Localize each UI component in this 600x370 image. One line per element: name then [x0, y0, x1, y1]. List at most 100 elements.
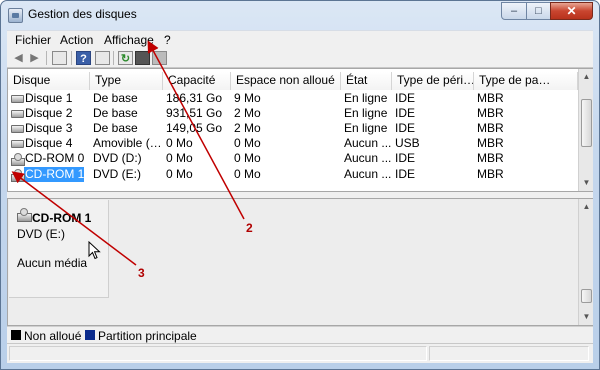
- status-panel: [9, 346, 427, 361]
- cell-type: Amovible (…: [93, 136, 162, 150]
- column-header-etat[interactable]: État: [341, 72, 392, 90]
- cell-disque: Disque 4: [25, 136, 73, 150]
- cell-disque: Disque 1: [25, 91, 73, 105]
- scroll-down-icon[interactable]: ▼: [580, 175, 593, 190]
- table-row[interactable]: Disque 2 De base 931,51 Go 2 Mo En ligne…: [8, 106, 578, 121]
- toolbar-separator: [46, 51, 47, 65]
- menu-fichier[interactable]: Fichier: [15, 33, 51, 47]
- scroll-up-icon[interactable]: ▲: [580, 69, 593, 84]
- disk-list-pane: Disque Type Capacité Espace non alloué É…: [7, 68, 593, 192]
- legend-swatch-primary-partition: [85, 330, 95, 340]
- cell-type-partition: MBR: [477, 136, 504, 150]
- show-hide-console-tree-icon[interactable]: [52, 51, 67, 65]
- cell-etat: Aucun ...: [344, 136, 392, 150]
- cell-capacite: 0 Mo: [166, 167, 193, 181]
- menu-bar: Fichier Action Affichage ?: [7, 30, 593, 48]
- cell-capacite: 0 Mo: [166, 136, 193, 150]
- cell-espace-non-alloue: 0 Mo: [234, 136, 261, 150]
- cell-etat: En ligne: [344, 121, 388, 135]
- annotation-label-3: 3: [138, 266, 145, 280]
- cell-type-peripherique: IDE: [395, 167, 416, 181]
- scroll-up-icon[interactable]: ▲: [580, 199, 593, 214]
- table-header: Disque Type Capacité Espace non alloué É…: [8, 72, 578, 90]
- cell-espace-non-alloue: 0 Mo: [234, 167, 261, 181]
- scroll-thumb[interactable]: [581, 289, 592, 303]
- cell-type-peripherique: IDE: [395, 151, 416, 165]
- cell-etat: En ligne: [344, 91, 388, 105]
- cell-espace-non-alloue: 2 Mo: [234, 121, 261, 135]
- table-row[interactable]: Disque 3 De base 149,05 Go 2 Mo En ligne…: [8, 121, 578, 136]
- scroll-down-icon[interactable]: ▼: [580, 309, 593, 324]
- cell-espace-non-alloue: 2 Mo: [234, 106, 261, 120]
- cell-disque: CD-ROM 0: [25, 151, 85, 165]
- annotation-label-2: 2: [246, 221, 253, 235]
- cell-type: De base: [93, 91, 138, 105]
- disk-name: CD-ROM 1: [32, 211, 92, 225]
- cell-capacite: 931,51 Go: [166, 106, 223, 120]
- cell-type-partition: MBR: [477, 167, 504, 181]
- status-bar: [7, 343, 593, 363]
- cell-capacite: 149,05 Go: [166, 121, 223, 135]
- cell-type-partition: MBR: [477, 151, 504, 165]
- disk-properties-icon[interactable]: [152, 51, 167, 65]
- column-header-disque[interactable]: Disque: [8, 72, 90, 90]
- cell-capacite: 0 Mo: [166, 151, 193, 165]
- toolbar-separator: [113, 51, 114, 65]
- column-header-type-partition[interactable]: Type de pa…: [474, 72, 578, 90]
- cell-type: DVD (E:): [93, 167, 141, 181]
- menu-affichage[interactable]: Affichage: [104, 33, 154, 47]
- cell-capacite: 186,31 Go: [166, 91, 223, 105]
- column-header-type-peripherique[interactable]: Type de péri…: [392, 72, 474, 90]
- cell-disque: Disque 3: [25, 121, 73, 135]
- cell-type-peripherique: IDE: [395, 106, 416, 120]
- cell-etat: Aucun ...: [344, 167, 392, 181]
- cell-type-partition: MBR: [477, 106, 504, 120]
- window-title: Gestion des disques: [28, 7, 137, 21]
- cell-type-partition: MBR: [477, 91, 504, 105]
- column-header-espace-non-alloue[interactable]: Espace non alloué: [231, 72, 341, 90]
- disk-management-app-icon: [8, 8, 23, 23]
- help-icon[interactable]: ?: [76, 51, 91, 65]
- column-header-type[interactable]: Type: [90, 72, 163, 90]
- legend-label-unallocated: Non alloué: [24, 329, 82, 343]
- forward-arrow-icon[interactable]: ▶: [27, 51, 42, 65]
- legend: Non alloué Partition principale: [7, 326, 593, 343]
- table-row[interactable]: CD-ROM 0 DVD (D:) 0 Mo 0 Mo Aucun ... ID…: [8, 151, 578, 166]
- column-header-capacite[interactable]: Capacité: [163, 72, 231, 90]
- cell-etat: Aucun ...: [344, 151, 392, 165]
- cell-etat: En ligne: [344, 106, 388, 120]
- table-row-selected[interactable]: CD-ROM 1 DVD (E:) 0 Mo 0 Mo Aucun ... ID…: [8, 167, 578, 182]
- legend-swatch-unallocated: [11, 330, 21, 340]
- menu-help[interactable]: ?: [164, 33, 171, 47]
- cell-type: De base: [93, 121, 138, 135]
- toolbar-separator: [71, 51, 72, 65]
- cell-espace-non-alloue: 0 Mo: [234, 151, 261, 165]
- refresh-icon[interactable]: ↻: [118, 51, 133, 65]
- close-button[interactable]: ✕: [550, 2, 593, 20]
- disk-management-window: Gestion des disques – □ ✕ Fichier Action…: [0, 0, 600, 370]
- properties-icon[interactable]: [95, 51, 110, 65]
- cell-type: DVD (D:): [93, 151, 142, 165]
- mouse-cursor-icon: [88, 241, 101, 260]
- menu-action[interactable]: Action: [60, 33, 93, 47]
- cell-type-peripherique: IDE: [395, 91, 416, 105]
- cell-disque: CD-ROM 1: [25, 167, 85, 181]
- cdrom-icon: [17, 208, 32, 222]
- table-row[interactable]: Disque 4 Amovible (… 0 Mo 0 Mo Aucun ...…: [8, 136, 578, 151]
- disk-media-status: Aucun média: [17, 256, 88, 270]
- rescan-disks-icon[interactable]: [135, 51, 150, 65]
- disk-graphical-pane: CD-ROM 1 DVD (E:) Aucun média ▲ ▼: [7, 198, 593, 326]
- back-arrow-icon[interactable]: ◀: [11, 51, 26, 65]
- minimize-button[interactable]: –: [501, 2, 527, 20]
- toolbar: ◀ ▶ ? ↻: [7, 48, 593, 68]
- cell-disque: Disque 2: [25, 106, 73, 120]
- table-row[interactable]: Disque 1 De base 186,31 Go 9 Mo En ligne…: [8, 91, 578, 106]
- scroll-thumb[interactable]: [581, 99, 592, 147]
- cell-type-peripherique: USB: [395, 136, 420, 150]
- graphical-pane-scrollbar[interactable]: ▲ ▼: [578, 199, 593, 325]
- maximize-button[interactable]: □: [526, 2, 551, 20]
- title-bar[interactable]: Gestion des disques – □ ✕: [1, 1, 599, 31]
- disk-list-scrollbar[interactable]: ▲ ▼: [578, 69, 593, 191]
- legend-label-primary-partition: Partition principale: [98, 329, 197, 343]
- cell-espace-non-alloue: 9 Mo: [234, 91, 261, 105]
